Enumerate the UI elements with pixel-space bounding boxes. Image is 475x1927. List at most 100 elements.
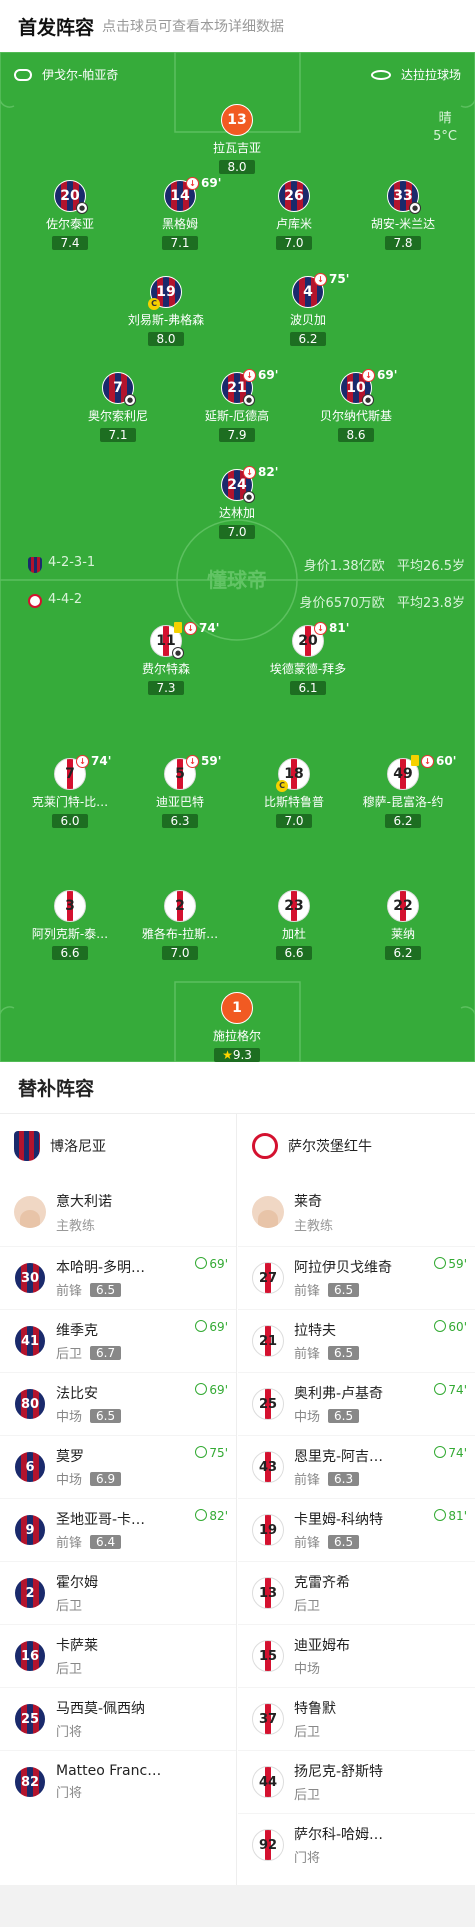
sub-player-row[interactable]: 9 圣地亚哥-卡… 前锋 6.4 82' [0,1498,236,1561]
sub-player-row[interactable]: 21 拉特夫 前锋 6.5 60' [238,1309,475,1372]
sub-player-row[interactable]: 6 莫罗 中场 6.9 75' [0,1435,236,1498]
salzburg-logo-icon [252,1133,278,1159]
player-away-fw-1[interactable]: 11 ↓ 74' ● 费尔特森 7.3 [111,621,221,696]
player-name: 莱纳 [390,927,415,941]
player-number: 4 [303,284,313,300]
sub-position: 前锋 [294,1473,321,1488]
yellow-card-icon [411,755,419,766]
player-away-def-3[interactable]: 23 加杜 6.6 [239,890,349,961]
player-away-mf-1[interactable]: 7 ↓ 74' 克莱门特-比… 6.0 [15,754,125,829]
home-team-info: 4-2-3-1 身价1.38亿欧 平均26.5岁 [0,555,475,575]
player-number: 24 [227,477,247,493]
weather-temp: 5°C [433,129,457,144]
sub-number: 13 [252,1577,284,1609]
player-name: 延斯-厄德高 [204,409,270,423]
player-home-fw[interactable]: 24 ↓ 82' ● 达林加 7.0 [182,465,292,540]
player-home-dm-2[interactable]: 4 ↓ 75' 波贝加 6.2 [253,272,363,347]
sub-player-row[interactable]: 82 Matteo Franc… 门将 [0,1750,236,1813]
sub-player-row[interactable]: 25 马西莫-佩西纳 门将 [0,1687,236,1750]
ball-icon: ● [76,202,88,214]
player-name: 比斯特鲁普 [263,795,324,809]
player-away-mf-2[interactable]: 5 ↓ 59' 迪亚巴特 6.3 [125,754,235,829]
player-home-def-3[interactable]: 26 卢库米 7.0 [239,180,349,251]
sub-out-icon: ↓ [76,755,89,768]
sub-position: 后卫 [294,1725,321,1740]
player-home-am-2[interactable]: 21 ↓ 69' ● 延斯-厄德高 7.9 [182,368,292,443]
sub-player-row[interactable]: 13 克雷齐希 后卫 [238,1561,475,1624]
pitch: 懂球帝 伊戈尔-帕亚奇 达拉拉球场 晴 5°C 13 拉瓦吉亚 8.0 20 ● … [0,52,475,1062]
home-subs-column: 博洛尼亚 意大利诺 主教练 30 本哈明-多明… 前锋 6.5 69' 41 维季克后… [0,1114,237,1885]
player-away-def-4[interactable]: 22 莱纳 6.2 [348,890,458,961]
player-rating: 6.0 [52,814,88,828]
ball-icon: ● [172,647,184,659]
away-team-name: 萨尔茨堡红牛 [288,1139,372,1155]
sub-player-row[interactable]: 25 奥利弗-卢基奇 中场 6.5 74' [238,1372,475,1435]
player-away-fw-2[interactable]: 20 ↓ 81' 埃德蒙德-拜多 6.1 [253,621,363,696]
away-team-row[interactable]: 萨尔茨堡红牛 [238,1114,475,1178]
sub-rating: 6.9 [90,1471,122,1486]
sub-out-icon: ↓ [186,755,199,768]
away-coach[interactable]: 莱奇 主教练 [238,1178,475,1246]
sub-rating: 6.5 [90,1282,122,1297]
sub-player-row[interactable]: 2 霍尔姆 后卫 [0,1561,236,1624]
player-home-def-4[interactable]: 33 ● 胡安-米兰达 7.8 [348,180,458,251]
sub-name: 马西莫-佩西纳 [56,1701,146,1717]
home-coach[interactable]: 意大利诺 主教练 [0,1178,236,1246]
sub-player-row[interactable]: 19 卡里姆-科纳特 前锋 6.5 81' [238,1498,475,1561]
sub-out-icon: ↓ [184,622,197,635]
sub-out-icon: ↓ [243,466,256,479]
page-header: 首发阵容 点击球员可查看本场详细数据 [0,0,475,52]
player-away-mf-3[interactable]: 18 C 比斯特鲁普 7.0 [239,758,349,829]
sub-player-row[interactable]: 41 维季克 后卫 6.7 69' [0,1309,236,1372]
sub-player-row[interactable]: 27 阿拉伊贝戈维奇 前锋 6.5 59' [238,1246,475,1309]
ball-icon: ● [243,394,255,406]
sub-in-minute: 59' [434,1257,467,1271]
sub-minute: 74' [91,754,112,768]
coach-name: 莱奇 [294,1193,322,1210]
player-rating: 6.6 [276,946,312,960]
player-number: 18 [284,766,304,782]
player-away-def-1[interactable]: 3 阿列克斯-泰… 6.6 [15,890,125,961]
sub-player-row[interactable]: 30 本哈明-多明… 前锋 6.5 69' [0,1246,236,1309]
player-home-am-3[interactable]: 10 ↓ 69' ● 贝尔纳代斯基 8.6 [301,368,411,443]
weather-text: 晴 [438,111,452,126]
sub-player-row[interactable]: 16 卡萨莱 后卫 [0,1624,236,1687]
player-rating: 7.4 [52,236,88,250]
coach-role: 主教练 [294,1218,334,1234]
player-name: 贝尔纳代斯基 [319,409,392,423]
sub-number: 19 [252,1514,284,1546]
player-number: 10 [346,380,366,396]
sub-rating: 6.5 [328,1408,360,1423]
away-subs-column: 萨尔茨堡红牛 莱奇主教练 27 阿拉伊贝戈维奇 前锋 6.5 59' 21 拉特夫前… [238,1114,475,1876]
sub-player-row[interactable]: 44 扬尼克-舒斯特 后卫 [238,1750,475,1813]
player-home-def-1[interactable]: 20 ● 佐尔泰亚 7.4 [15,180,125,251]
player-away-mf-4[interactable]: 49 ↓ 60' 穆萨-昆富洛-约 6.2 [348,754,458,829]
sub-player-row[interactable]: 80 法比安 中场 6.5 69' [0,1372,236,1435]
player-gk-away[interactable]: 1 施拉格尔 ★9.3 [182,992,292,1062]
sub-player-row[interactable]: 43 恩里克-阿吉… 前锋 6.3 74' [238,1435,475,1498]
player-home-am-1[interactable]: 7 ● 奥尔索利尼 7.1 [63,372,173,443]
sub-position: 前锋 [294,1284,321,1299]
player-name: 费尔特森 [141,662,190,676]
sub-player-row[interactable]: 15 迪亚姆布 中场 [238,1624,475,1687]
player-away-def-2[interactable]: 2 雅各布-拉斯… 7.0 [125,890,235,961]
player-name: 达林加 [218,506,255,520]
player-number: 7 [113,380,123,396]
player-rating: 7.0 [162,946,198,960]
sub-name: 扬尼克-舒斯特 [294,1764,384,1780]
star-icon: ★ [222,1048,233,1062]
weather: 晴 5°C [433,110,457,146]
player-home-def-2[interactable]: 14 ↓ 69' 黑格姆 7.1 [125,176,235,251]
sub-in-minute: 69' [195,1383,228,1397]
sub-number: 43 [252,1451,284,1483]
coach-avatar [252,1196,284,1228]
home-team-row[interactable]: 博洛尼亚 [0,1114,236,1178]
sub-number: 92 [252,1829,284,1861]
sub-out-icon: ↓ [243,369,256,382]
player-home-dm-1[interactable]: 19 C 刘易斯-弗格森 8.0 [111,276,221,347]
sub-player-row[interactable]: 37 特鲁默 后卫 [238,1687,475,1750]
player-number: 2 [164,890,196,922]
sub-player-row[interactable]: 92 萨尔科-哈姆… 门将 [238,1813,475,1876]
sub-position: 中场 [294,1410,321,1425]
player-gk-home[interactable]: 13 拉瓦吉亚 8.0 [182,104,292,175]
